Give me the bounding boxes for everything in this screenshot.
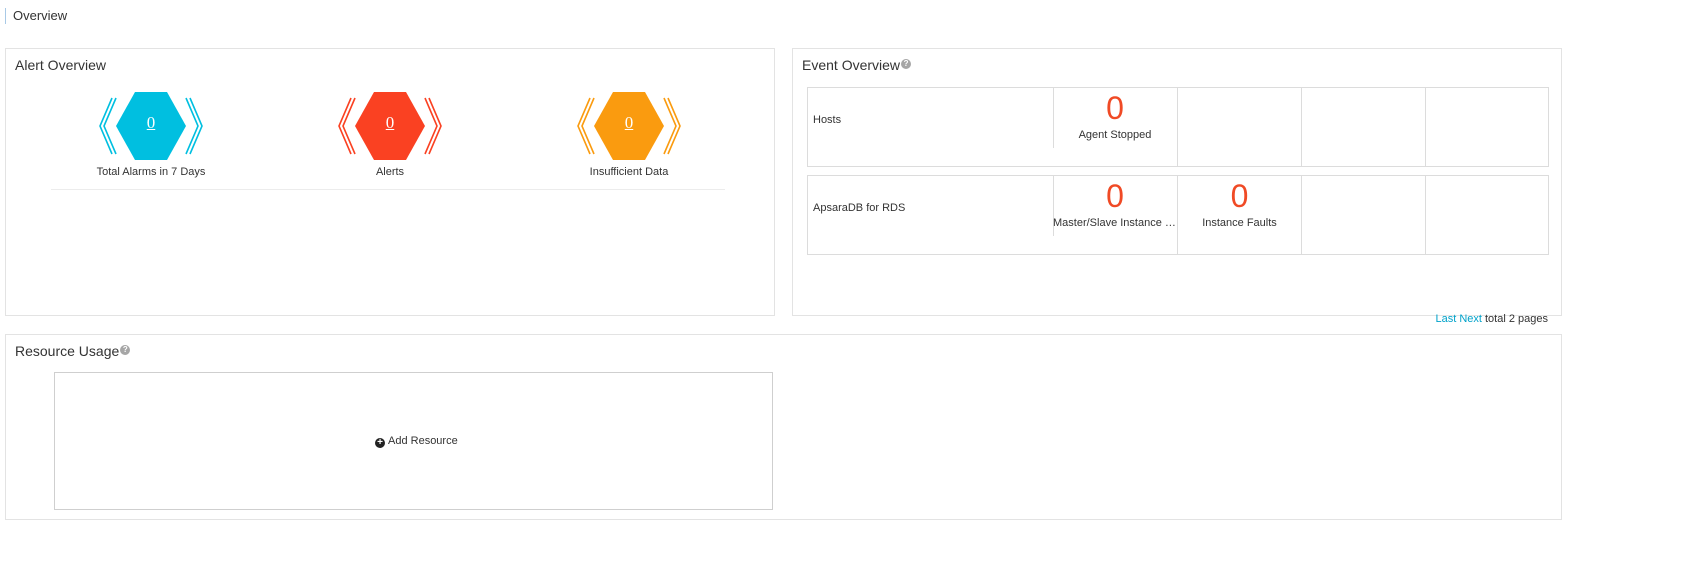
alerts-label: Alerts bbox=[375, 166, 405, 178]
event-count[interactable]: 0 bbox=[1178, 178, 1301, 214]
event-row-hosts: Hosts 0 Agent Stopped bbox=[807, 87, 1549, 167]
insufficient-data-count-link[interactable]: 0 bbox=[576, 113, 682, 133]
pager-next-link[interactable]: Next bbox=[1459, 313, 1482, 325]
alert-overview-panel: Alert Overview 0 Total Alarms in 7 Days bbox=[5, 48, 775, 316]
event-cell[interactable]: 0 Master/Slave Instance S... bbox=[1053, 176, 1177, 254]
pagination: Last Next total 2 pages bbox=[1435, 313, 1548, 325]
hexagon-badge: 0 bbox=[576, 92, 682, 160]
alert-item-insufficient-data: 0 Insufficient Data bbox=[545, 92, 705, 184]
alert-item-total-alarms: 0 Total Alarms in 7 Days bbox=[67, 92, 227, 184]
divider bbox=[51, 189, 725, 190]
event-label: Agent Stopped bbox=[1078, 129, 1152, 141]
alert-overview-title: Alert Overview bbox=[15, 57, 107, 73]
event-count[interactable]: 0 bbox=[1053, 90, 1177, 126]
event-cell[interactable]: 0 Agent Stopped bbox=[1053, 88, 1177, 166]
event-cell bbox=[1177, 88, 1301, 166]
event-label: Instance Faults bbox=[1202, 217, 1277, 229]
event-row-apsaradb-rds: ApsaraDB for RDS 0 Master/Slave Instance… bbox=[807, 175, 1549, 255]
plus-circle-icon: + bbox=[375, 438, 385, 448]
event-label: Master/Slave Instance S... bbox=[1053, 217, 1177, 229]
help-icon[interactable]: ? bbox=[120, 345, 131, 355]
event-overview-title-text: Event Overview bbox=[802, 57, 901, 73]
insufficient-data-label: Insufficient Data bbox=[589, 166, 669, 178]
event-cell bbox=[1425, 88, 1549, 166]
page-title: Overview bbox=[5, 8, 67, 24]
total-alarms-label: Total Alarms in 7 Days bbox=[96, 166, 206, 178]
hexagon-badge: 0 bbox=[337, 92, 443, 160]
resource-usage-panel: Resource Usage? + Add Resource bbox=[5, 334, 1562, 520]
add-resource-button[interactable]: + Add Resource bbox=[375, 435, 458, 448]
pager-total: total 2 pages bbox=[1485, 313, 1548, 325]
event-cell bbox=[1425, 176, 1549, 254]
resource-usage-title-text: Resource Usage bbox=[15, 343, 120, 359]
add-resource-label: Add Resource bbox=[388, 435, 458, 447]
help-icon[interactable]: ? bbox=[901, 59, 912, 69]
alert-item-alerts: 0 Alerts bbox=[306, 92, 466, 184]
alerts-count-link[interactable]: 0 bbox=[337, 113, 443, 133]
add-resource-box[interactable]: + Add Resource bbox=[54, 372, 773, 510]
event-overview-title: Event Overview? bbox=[802, 57, 912, 73]
resource-usage-title: Resource Usage? bbox=[15, 343, 131, 359]
pager-last-link[interactable]: Last bbox=[1435, 313, 1456, 325]
event-cell[interactable]: 0 Instance Faults bbox=[1177, 176, 1301, 254]
event-overview-panel: Event Overview? Hosts 0 Agent Stopped Ap… bbox=[792, 48, 1562, 325]
event-cell bbox=[1301, 176, 1425, 254]
hexagon-badge: 0 bbox=[98, 92, 204, 160]
total-alarms-count-link[interactable]: 0 bbox=[98, 113, 204, 133]
event-row-name: Hosts bbox=[813, 114, 842, 126]
event-count[interactable]: 0 bbox=[1053, 178, 1177, 214]
event-cell bbox=[1301, 88, 1425, 166]
event-row-name: ApsaraDB for RDS bbox=[813, 202, 906, 214]
